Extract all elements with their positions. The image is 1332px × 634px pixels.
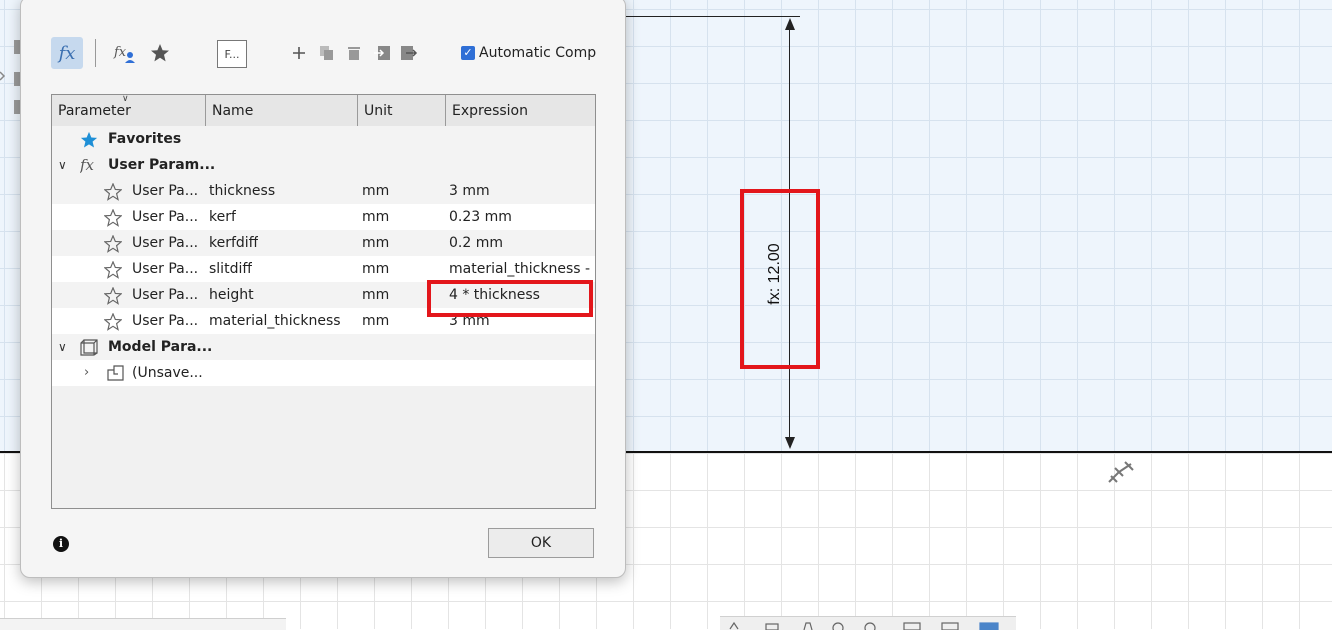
parameter-type-cell: User Pa... [132, 209, 199, 225]
parameter-type-cell: User Pa... [132, 235, 199, 251]
svg-text:fx: fx [113, 45, 127, 60]
column-header-unit[interactable]: Unit [358, 95, 446, 127]
chevron-down-icon[interactable]: ∨ [58, 152, 67, 178]
parameter-expression-cell[interactable]: 0.2 mm [449, 230, 593, 256]
parameter-unit-cell[interactable]: mm [362, 204, 389, 230]
parameter-expression-cell[interactable]: 3 mm [449, 178, 593, 204]
column-header-parameter[interactable]: ∨ Parameter [52, 95, 206, 127]
parameter-unit-cell[interactable]: mm [362, 256, 389, 282]
dimension-highlight-box [740, 189, 820, 369]
table-row[interactable]: User Pa... thickness mm 3 mm [52, 178, 595, 204]
parameter-expression-cell[interactable]: material_thickness - [449, 256, 593, 282]
favorites-label: Favorites [108, 131, 182, 147]
sort-caret-icon: ∨ [122, 94, 129, 104]
parameter-unit-cell[interactable]: mm [362, 178, 389, 204]
parameter-name-cell[interactable]: height [209, 282, 254, 308]
timeline-strip[interactable] [0, 618, 286, 630]
toolbar-separator [95, 39, 96, 67]
expression-highlight-box [427, 280, 593, 317]
parameter-unit-cell[interactable]: mm [362, 282, 389, 308]
automatic-compute-label: Automatic Comp [479, 45, 597, 61]
dimension-arrow-top [785, 18, 795, 30]
favorite-outline-star-icon[interactable] [104, 287, 122, 305]
shared-parameters-icon[interactable]: fx [111, 37, 137, 69]
column-header-expression[interactable]: Expression [446, 95, 595, 127]
chevron-right-icon[interactable]: › [84, 360, 89, 386]
navigation-toolbar[interactable] [720, 616, 1016, 634]
favorites-star-icon [80, 131, 98, 148]
table-row[interactable]: User Pa... kerfdiff mm 0.2 mm [52, 230, 595, 256]
automatic-compute-checkbox[interactable]: ✓ [461, 46, 475, 60]
browser-panel-stub [0, 36, 22, 126]
table-header: ∨ Parameter Name Unit Expression [52, 95, 595, 128]
user-parameters-fx-icon[interactable]: fx [51, 37, 83, 69]
parameter-unit-cell[interactable]: mm [362, 308, 389, 334]
add-parameter-plus-icon[interactable] [289, 37, 309, 69]
favorite-outline-star-icon[interactable] [104, 261, 122, 279]
parameter-name-cell[interactable]: material_thickness [209, 308, 341, 334]
column-header-name[interactable]: Name [206, 95, 358, 127]
export-icon[interactable] [399, 37, 419, 69]
model-parameters-group-row[interactable]: ∨ Model Para... [52, 334, 595, 360]
user-parameters-group-row[interactable]: ∨ fx User Param... [52, 152, 595, 178]
chevron-down-icon[interactable]: ∨ [58, 334, 67, 360]
parameter-name-cell[interactable]: thickness [209, 178, 275, 204]
model-box-icon [80, 339, 98, 356]
table-row[interactable]: User Pa... kerf mm 0.23 mm [52, 204, 595, 230]
table-row[interactable]: User Pa... slitdiff mm material_thicknes… [52, 256, 595, 282]
favorite-outline-star-icon[interactable] [104, 235, 122, 253]
parameter-name-cell[interactable]: kerfdiff [209, 230, 258, 256]
dialog-toolbar: fx fx F... ✓ Automatic Comp [51, 37, 611, 69]
user-parameters-group-label: User Param... [108, 157, 216, 173]
favorites-row[interactable]: Favorites [52, 126, 595, 152]
parameter-name-cell[interactable]: slitdiff [209, 256, 252, 282]
dimension-arrow-bottom [785, 437, 795, 449]
favorite-outline-star-icon[interactable] [104, 209, 122, 227]
automatic-compute-toggle[interactable]: ✓ Automatic Comp [461, 43, 601, 63]
delete-trash-icon[interactable] [344, 37, 364, 69]
sketch-line-top[interactable] [600, 16, 800, 17]
parameter-type-cell: User Pa... [132, 313, 199, 329]
user-parameters-fx-group-icon: fx [80, 156, 95, 174]
parameter-type-cell: User Pa... [132, 287, 199, 303]
filter-input[interactable]: F... [217, 40, 247, 68]
favorite-outline-star-icon[interactable] [104, 313, 122, 331]
copy-icon[interactable] [317, 37, 337, 69]
info-icon[interactable]: i [53, 536, 69, 552]
parameter-type-cell: User Pa... [132, 261, 199, 277]
parameter-name-cell[interactable]: kerf [209, 204, 236, 230]
parameter-unit-cell[interactable]: mm [362, 230, 389, 256]
horizontal-constraint-icon[interactable] [1105, 458, 1139, 486]
model-parameters-group-label: Model Para... [108, 339, 213, 355]
ok-button[interactable]: OK [488, 528, 594, 558]
parameter-type-cell: User Pa... [132, 183, 199, 199]
model-child-row[interactable]: › (Unsave... [52, 360, 595, 386]
favorite-star-icon[interactable] [147, 37, 173, 69]
favorite-outline-star-icon[interactable] [104, 183, 122, 201]
import-icon[interactable] [372, 37, 392, 69]
parameter-expression-cell[interactable]: 0.23 mm [449, 204, 593, 230]
model-child-label: (Unsave... [132, 365, 203, 381]
component-icon [107, 365, 124, 381]
